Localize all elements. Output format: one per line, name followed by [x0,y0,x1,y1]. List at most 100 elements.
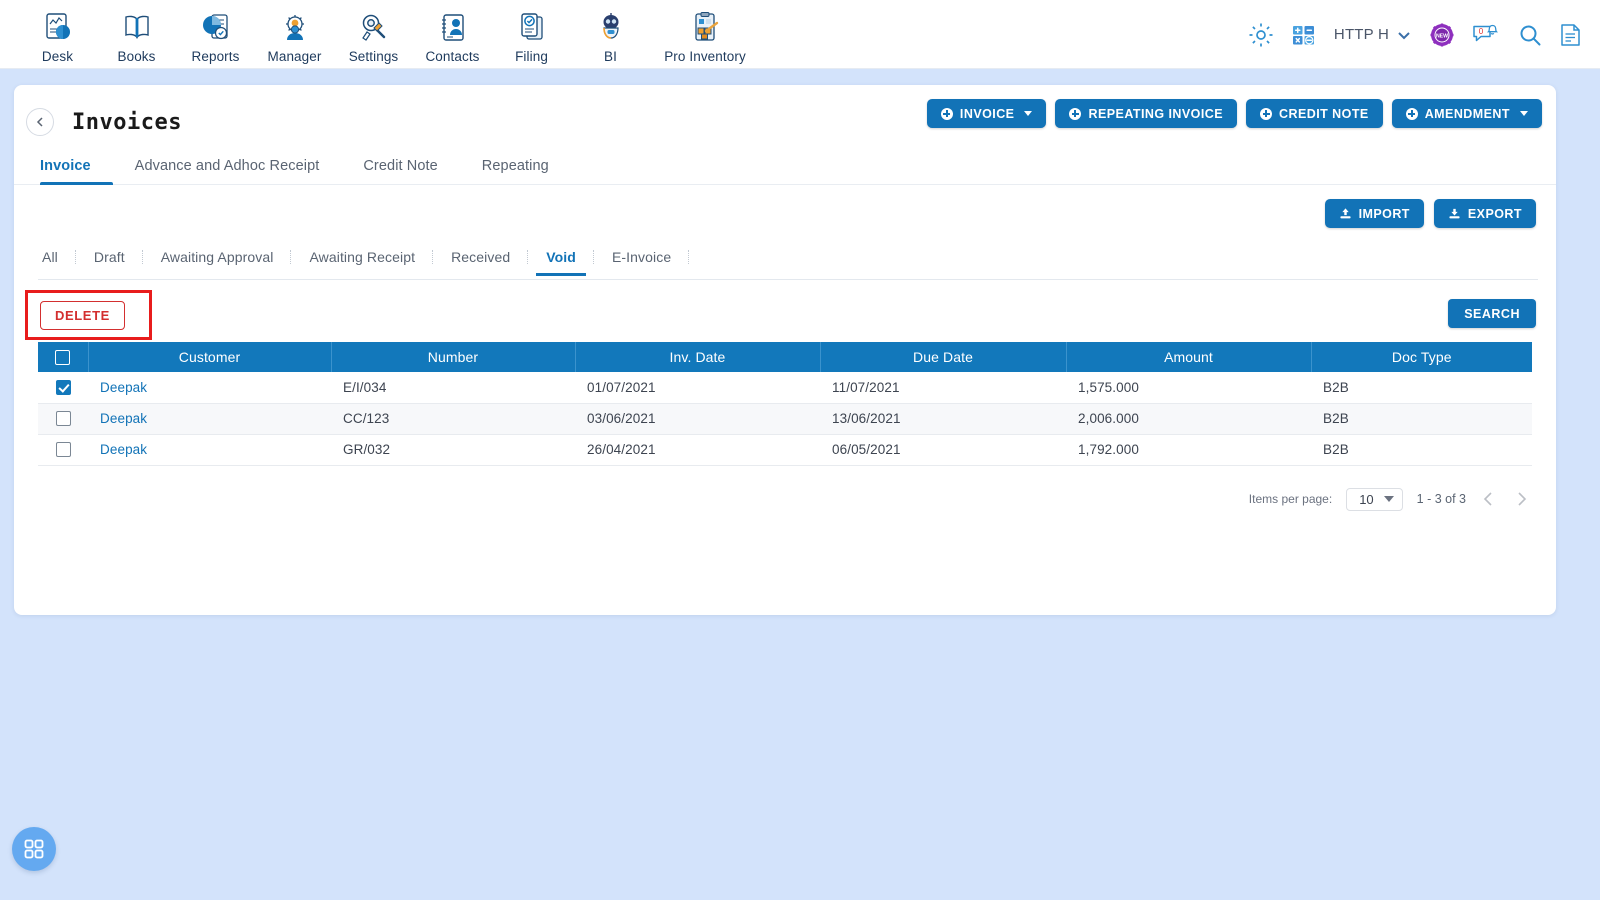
nav-app-filing[interactable]: Filing [492,5,571,64]
subtab-label: Awaiting Receipt [309,248,416,265]
tab-advance-and-adhoc-receipt[interactable]: Advance and Adhoc Receipt [113,158,342,184]
cell-doc-type: B2B [1311,434,1532,466]
nav-app-label: Desk [41,48,74,64]
user-name-label: HTTP H [1333,26,1389,43]
new-amendment-button[interactable]: AMENDMENT [1391,99,1542,128]
plus-circle-icon [1260,107,1273,120]
new-badge-icon[interactable]: NEW [1430,23,1454,47]
cell-number: CC/123 [331,403,575,435]
nav-app-settings[interactable]: Settings [334,5,413,64]
items-per-page-value: 10 [1359,491,1374,507]
import-export-row: IMPORT EXPORT [14,185,1556,228]
select-all-checkbox[interactable] [55,350,71,366]
column-header-amount[interactable]: Amount [1066,342,1312,372]
column-header-customer[interactable]: Customer [88,342,332,372]
pro-inventory-icon [688,9,722,47]
items-per-page-label: Items per page: [1248,492,1333,506]
previous-page-button[interactable] [1480,490,1498,508]
desk-icon [41,9,75,47]
table-row[interactable]: Deepak GR/032 26/04/2021 06/05/2021 1,79… [38,434,1532,466]
tab-divider [688,249,690,264]
invoices-table: Customer Number Inv. Date Due Date Amoun… [38,342,1532,466]
column-header-doc-type[interactable]: Doc Type [1311,342,1532,372]
cell-customer[interactable]: Deepak [88,372,331,404]
chevron-left-icon [1483,492,1492,506]
row-checkbox[interactable] [55,442,71,458]
subtab-draft[interactable]: Draft [76,249,143,275]
new-invoice-button[interactable]: INVOICE [926,99,1047,128]
app-launcher-list: Desk Books Reports Manager Settings Cont… [0,5,760,64]
cell-amount: 1,575.000 [1066,372,1311,404]
top-navigation-bar: Desk Books Reports Manager Settings Cont… [0,0,1600,69]
nav-app-books[interactable]: Books [97,5,176,64]
nav-app-pro-inventory[interactable]: Pro Inventory [650,5,760,64]
subtab-awaiting-receipt[interactable]: Awaiting Receipt [291,248,434,275]
items-per-page-select[interactable]: 10 [1346,487,1403,511]
column-header-due-date[interactable]: Due Date [820,342,1067,372]
cell-customer[interactable]: Deepak [88,403,331,435]
cell-inv-date: 01/07/2021 [575,372,820,404]
new-credit-note-button[interactable]: CREDIT NOTE [1246,99,1383,128]
chevron-down-icon [1398,31,1410,39]
gear-icon[interactable] [1248,22,1274,48]
status-filter-tabs: All Draft Awaiting Approval Awaiting Rec… [38,244,1538,280]
button-label: IMPORT [1358,206,1410,221]
document-icon[interactable] [1560,23,1582,47]
subtab-all[interactable]: All [38,249,76,275]
button-label: EXPORT [1467,206,1522,221]
cell-inv-date: 03/06/2021 [575,403,820,435]
table-header-row: Customer Number Inv. Date Due Date Amoun… [38,342,1532,372]
nav-app-bi[interactable]: BI [571,5,650,64]
delete-button[interactable]: DELETE [40,301,125,330]
invoices-table-wrapper: Customer Number Inv. Date Due Date Amoun… [38,342,1532,466]
subtab-label: All [42,248,58,265]
cell-due-date: 11/07/2021 [820,372,1066,404]
subtab-label: Awaiting Approval [160,248,274,265]
chevron-down-icon [1520,111,1528,116]
button-label: AMENDMENT [1424,106,1510,121]
search-button[interactable]: SEARCH [1448,299,1536,328]
tab-label: Repeating [481,158,549,174]
calculator-icon[interactable] [1292,23,1316,47]
subtab-received[interactable]: Received [433,249,529,275]
nav-app-reports[interactable]: Reports [176,5,255,64]
apps-fab-button[interactable] [12,827,56,871]
nav-app-desk[interactable]: Desk [18,5,97,64]
nav-app-label: Manager [267,48,322,64]
tab-credit-note[interactable]: Credit Note [341,158,459,184]
download-icon [1449,208,1460,219]
import-button[interactable]: IMPORT [1324,199,1424,228]
tab-invoice[interactable]: Invoice [36,158,113,185]
nav-app-contacts[interactable]: Contacts [413,5,492,64]
subtab-label: E-Invoice [611,248,672,265]
table-row[interactable]: Deepak E/I/034 01/07/2021 11/07/2021 1,5… [38,372,1532,404]
subtab-e-invoice[interactable]: E-Invoice [594,248,690,275]
cell-number: GR/032 [331,434,575,466]
books-icon [120,9,154,47]
search-icon[interactable] [1518,23,1542,47]
tab-repeating[interactable]: Repeating [460,158,571,184]
back-button[interactable] [26,108,54,136]
next-page-button[interactable] [1512,490,1530,508]
table-row[interactable]: Deepak CC/123 03/06/2021 13/06/2021 2,00… [38,403,1532,435]
row-checkbox[interactable] [55,380,71,396]
tab-label: Invoice [40,158,91,174]
export-button[interactable]: EXPORT [1433,199,1536,228]
chevron-down-icon [1024,111,1033,116]
top-nav-right-actions: HTTP H NEW 0 [1248,0,1582,69]
subtab-label: Draft [93,248,125,265]
notification-icon[interactable]: 0 [1472,23,1500,47]
subtab-void[interactable]: Void [528,249,594,276]
new-repeating-invoice-button[interactable]: REPEATING INVOICE [1055,99,1238,128]
user-menu[interactable]: HTTP H [1334,26,1412,43]
cell-customer[interactable]: Deepak [88,434,331,466]
column-header-inv-date[interactable]: Inv. Date [575,342,821,372]
column-header-number[interactable]: Number [331,342,576,372]
nav-app-label: Contacts [425,48,480,64]
cell-inv-date: 26/04/2021 [575,434,820,466]
subtab-awaiting-approval[interactable]: Awaiting Approval [143,249,292,275]
tab-label: Advance and Adhoc Receipt [134,158,320,174]
row-checkbox[interactable] [55,411,71,427]
nav-app-manager[interactable]: Manager [255,5,334,64]
button-label: CREDIT NOTE [1279,106,1369,121]
